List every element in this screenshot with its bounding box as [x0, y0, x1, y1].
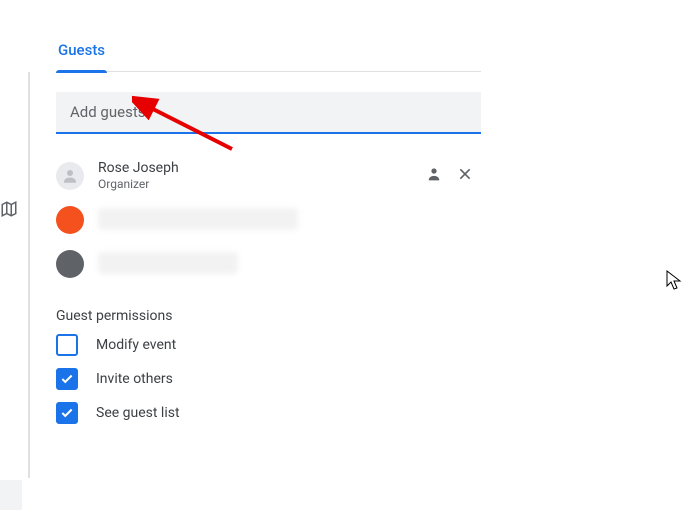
permission-label: Invite others: [96, 371, 173, 387]
person-icon[interactable]: [425, 165, 443, 187]
avatar: [56, 206, 84, 234]
permission-row-invite-others: Invite others: [56, 368, 481, 390]
checkbox-modify-event[interactable]: [56, 334, 78, 356]
sidebar-divider: [28, 72, 30, 478]
permission-row-see-guest-list: See guest list: [56, 402, 481, 424]
guest-list: Rose Joseph Organizer: [56, 154, 481, 286]
tab-label: Guests: [58, 41, 105, 59]
left-sidebar-edge: [0, 0, 30, 518]
guests-panel: Guests Rose Joseph Organizer: [56, 28, 481, 424]
tab-active-indicator: [56, 70, 107, 73]
guest-row-redacted-2: [56, 242, 481, 286]
permissions-list: Modify event Invite others See guest lis…: [56, 334, 481, 424]
permission-label: See guest list: [96, 405, 180, 421]
guest-role: Organizer: [98, 177, 411, 192]
avatar: [56, 162, 84, 190]
permission-label: Modify event: [96, 337, 176, 353]
checkbox-invite-others[interactable]: [56, 368, 78, 390]
guest-actions: [425, 165, 481, 187]
permissions-title: Guest permissions: [56, 308, 481, 324]
guest-row-organizer: Rose Joseph Organizer: [56, 154, 481, 198]
tab-guests[interactable]: Guests: [56, 28, 107, 72]
permission-row-modify-event: Modify event: [56, 334, 481, 356]
guest-name: Rose Joseph: [98, 160, 411, 178]
tab-row: Guests: [56, 28, 481, 72]
sidebar-footer-box: [0, 480, 22, 510]
map-icon: [0, 200, 18, 222]
add-guests-input[interactable]: [56, 92, 481, 134]
redacted-text: [98, 208, 298, 230]
guest-info: Rose Joseph Organizer: [98, 160, 411, 193]
redacted-text: [98, 252, 238, 274]
checkbox-see-guest-list[interactable]: [56, 402, 78, 424]
guest-row-redacted-1: [56, 198, 481, 242]
cursor-icon: [666, 270, 684, 292]
avatar: [56, 250, 84, 278]
close-icon[interactable]: [457, 166, 473, 186]
